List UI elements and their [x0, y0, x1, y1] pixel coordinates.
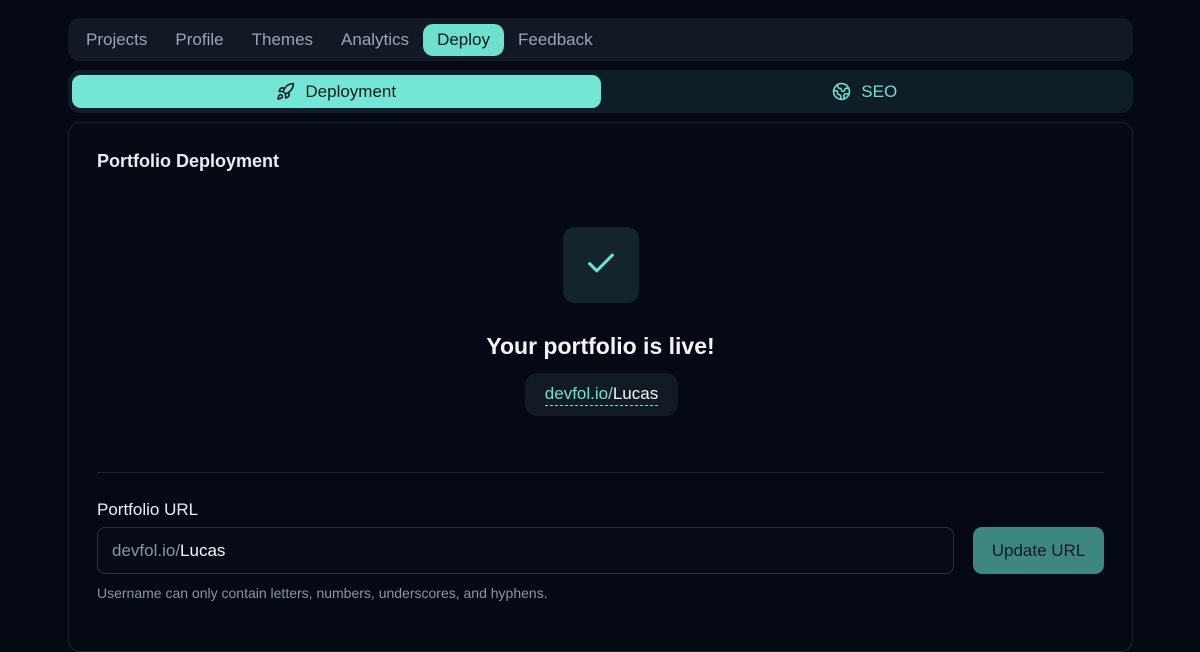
globe-icon	[832, 82, 851, 101]
tab-themes[interactable]: Themes	[238, 24, 327, 56]
tab-feedback[interactable]: Feedback	[504, 24, 607, 56]
update-url-button[interactable]: Update URL	[973, 527, 1104, 574]
section-divider	[97, 472, 1104, 473]
live-url-pill: devfol.io/Lucas	[525, 373, 678, 416]
username-hint: Username can only contain letters, numbe…	[97, 585, 548, 601]
tab-deploy[interactable]: Deploy	[423, 23, 504, 56]
subtab-deployment-label: Deployment	[305, 81, 397, 101]
check-icon	[584, 246, 618, 285]
tab-analytics[interactable]: Analytics	[327, 24, 423, 56]
tab-projects[interactable]: Projects	[72, 24, 161, 56]
portfolio-url-label: Portfolio URL	[97, 500, 199, 519]
subtab-seo-label: SEO	[861, 81, 898, 101]
success-badge	[563, 227, 639, 303]
deploy-sub-tab-bar: Deployment SEO	[68, 70, 1133, 113]
deployment-card: Portfolio Deployment Your portfolio is l…	[68, 122, 1133, 652]
live-status-heading: Your portfolio is live!	[486, 333, 715, 359]
live-url-link[interactable]: devfol.io/Lucas	[544, 383, 659, 406]
card-title: Portfolio Deployment	[97, 151, 280, 171]
live-url-domain: devfol.io/	[544, 383, 613, 403]
main-tab-bar: Projects Profile Themes Analytics Deploy…	[68, 18, 1133, 61]
rocket-icon	[276, 82, 295, 101]
subtab-deployment[interactable]: Deployment	[72, 75, 601, 108]
live-url-username: Lucas	[612, 383, 659, 403]
url-prefix: devfol.io/	[112, 540, 181, 560]
tab-profile[interactable]: Profile	[161, 24, 237, 56]
username-input[interactable]	[180, 540, 953, 561]
subtab-seo[interactable]: SEO	[601, 75, 1130, 108]
portfolio-url-field[interactable]: devfol.io/	[97, 527, 954, 574]
